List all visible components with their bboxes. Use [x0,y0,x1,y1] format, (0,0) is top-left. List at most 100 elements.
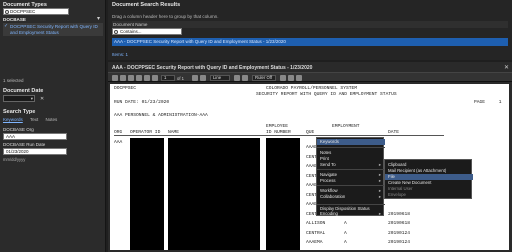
contains-filter-input[interactable]: Contains... [112,28,182,35]
org-field[interactable]: AAA [3,133,67,140]
document-viewer: AAA - DOCPPSEC Security Report with Quer… [108,62,512,252]
submenu-item-create-new-document[interactable]: Create New Document [388,180,431,185]
report-header-2: SECURITY REPORT WITH QUERY ID AND EMPLOY… [256,92,397,97]
app-window: Document Types DOCPPSEC DOCBASE ▾ ✓ DOCP… [0,0,512,252]
search-icon [5,10,9,14]
submenu-item-internal-user[interactable]: Internal User [388,186,413,191]
chevron-down-icon: ▾ [30,96,33,101]
submenu-item-envelope[interactable]: Envelope [388,192,406,197]
zoom-in-icon[interactable] [128,75,134,81]
document-date-title: Document Date [3,88,44,94]
run-date-field[interactable]: 01/23/2020 [3,148,67,155]
col-employee: EMPLOYEE [266,124,289,129]
results-title: Document Search Results [112,2,181,8]
clear-date-icon[interactable]: ✕ [40,96,44,102]
page-of-label: of 1 [177,76,184,81]
doc-type-search-input[interactable]: DOCPPSEC [3,8,69,15]
submenu-arrow-icon: ▸ [378,178,381,183]
menu-item-workflow[interactable]: Workflow [320,188,338,193]
row-date: 20190124 [388,230,411,236]
tab-keywords[interactable]: Keywords [3,117,23,122]
first-page-icon[interactable] [144,75,150,81]
row-date: 20190618 [388,211,411,217]
org-label: DOCBASE Org [3,127,34,132]
row-query-id: ALLISON [306,221,326,226]
col-employment: EMPLOYMENT [332,124,360,129]
table-row[interactable]: AAA - DOCPPSEC Security Report with Quer… [112,38,508,46]
department-title: AAA PERSONNEL & ADMINISTRATION-AAA [114,113,208,118]
viewer-toolbar: 1 of 1 Line Ruler Off [108,72,512,82]
submenu-item-clipboard[interactable]: Clipboard [388,162,406,167]
menu-item-encoding[interactable]: Encoding [320,211,338,216]
selected-count: 1 selected [3,78,24,83]
filter-icon [114,30,118,34]
page-number-input[interactable]: 1 [161,75,175,81]
submenu-item-file[interactable]: File [388,174,395,179]
header-divider [114,135,444,136]
menu-separator [317,204,385,205]
prev-page-icon[interactable] [152,75,158,81]
document-date-dropdown[interactable]: ▾ [3,95,35,102]
search-type-tabs: Keywords Text Notes [3,117,63,122]
menu-item-collaboration[interactable]: Collaboration [320,194,345,199]
row-status: A [344,221,347,226]
save-icon[interactable] [112,75,118,81]
row-query-id: CENTRAL [306,230,326,236]
menu-item-navigate[interactable]: Navigate [320,172,337,177]
menu-item-process[interactable]: Process [320,178,336,183]
tab-text[interactable]: Text [30,117,38,122]
run-date-placeholder: mm/dd/yyyy [3,157,26,162]
check-icon: ✓ [4,23,9,29]
tab-notes[interactable]: Notes [45,117,57,122]
next-page-icon[interactable] [192,75,198,81]
org-value: AAA [114,140,123,145]
submenu-arrow-icon: ▸ [378,211,381,216]
menu-separator [317,147,385,148]
menu-separator [317,169,385,170]
zoom-out-icon[interactable] [136,75,142,81]
row-query-id: AAAEMA [306,240,323,245]
filter-placeholder: Contains... [120,29,142,34]
row-status: A [344,230,347,236]
menu-separator [317,185,385,186]
last-page-icon[interactable] [200,75,206,81]
group-by-hint: Drag a column header here to group by th… [112,14,219,19]
document-search-results-panel: Document Search Results Drag a column he… [108,0,512,60]
page-label: PAGE 1 [474,100,502,105]
viewer-title: AAA - DOCPPSEC Security Report with Quer… [112,65,313,71]
send-to-submenu: Clipboard Mail Recipient (as Attachment)… [384,159,473,199]
row-status: A [344,240,347,245]
menu-item-send-to[interactable]: Send To [320,162,336,167]
selected-doc-type-item[interactable]: ✓ DOCPPSEC Security Report with Query ID… [3,23,103,36]
left-panel: Document Types DOCPPSEC DOCBASE ▾ ✓ DOCP… [0,0,106,252]
highlight-icon[interactable] [242,75,248,81]
search-icon[interactable] [234,75,240,81]
note-icon[interactable] [288,75,294,81]
docbase-group-label: DOCBASE [3,17,26,22]
report-code: DOCPPSEC [114,86,137,91]
ruler-dropdown[interactable]: Ruler Off [252,75,276,81]
doc-type-search-value: DOCPPSEC [10,9,36,14]
run-date-label: DOCBASE Run Date [3,142,46,147]
run-date: RUN DATE: 01/23/2020 [114,100,170,105]
fit-width-icon[interactable] [296,75,302,81]
menu-item-keywords[interactable]: Keywords [320,139,339,144]
line-dropdown[interactable]: Line [210,75,230,81]
submenu-item-mail-recipient[interactable]: Mail Recipient (as Attachment) [388,168,446,173]
report-header-1: COLORADO PAYROLL/PERSONNEL SYSTEM [266,86,357,91]
print-icon[interactable] [120,75,126,81]
selected-doc-type-label: DOCPPSEC Security Report with Query ID a… [10,24,98,35]
search-type-title: Search Type [3,109,36,115]
submenu-arrow-icon: ▸ [378,194,381,199]
row-date: 20190618 [388,221,411,226]
close-icon[interactable]: ✕ [504,64,509,71]
menu-item-print[interactable]: Print [320,156,329,161]
context-menu: Keywords Notes Print Send To ▸ Navigate … [316,137,385,216]
annotate-icon[interactable] [280,75,286,81]
collapse-group-icon[interactable]: ▾ [97,16,100,22]
redacted-names [168,138,260,250]
menu-item-notes[interactable]: Notes [320,150,331,155]
column-header-document-name[interactable]: Document Name [112,21,508,28]
redacted-operator-ids [130,138,164,250]
redacted-id-numbers [266,138,300,250]
